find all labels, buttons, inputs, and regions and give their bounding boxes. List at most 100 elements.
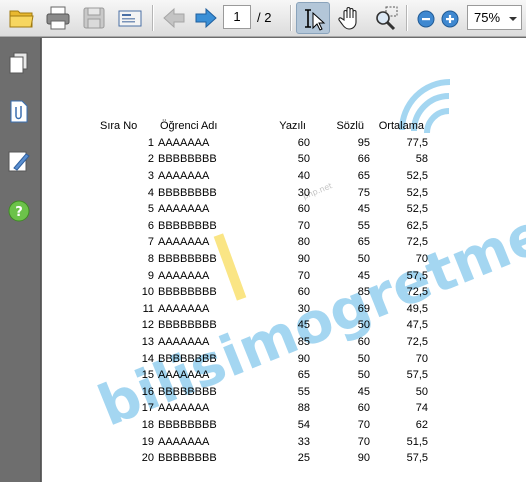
help-icon[interactable]: ? xyxy=(6,198,32,224)
table-cell: 49,5 xyxy=(406,302,428,315)
table-row: 1 AAAAAAA 60 95 77,5 xyxy=(100,135,428,152)
table-cell: 50 xyxy=(357,319,370,332)
save-icon[interactable] xyxy=(80,4,108,32)
table-cell: 70 xyxy=(415,352,428,365)
table-cell: 45 xyxy=(357,385,370,398)
print-icon[interactable] xyxy=(44,4,72,32)
table-cell: AAAAAAA xyxy=(158,369,210,382)
table-cell: 52,5 xyxy=(406,203,428,216)
table-cell: 95 xyxy=(357,136,370,149)
table-cell: 72,5 xyxy=(406,236,428,249)
table-row: 11 AAAAAAA 30 69 49,5 xyxy=(100,301,428,318)
table-cell: 13 xyxy=(141,336,154,349)
table-cell: BBBBBBBB xyxy=(158,352,217,365)
table-cell: 16 xyxy=(141,385,154,398)
toolbar-separator xyxy=(290,5,291,31)
table-cell: AAAAAAA xyxy=(158,302,210,315)
table-cell: 52,5 xyxy=(406,186,428,199)
table-cell: 30 xyxy=(297,186,310,199)
table-row: 2 BBBBBBBB 50 66 58 xyxy=(100,151,428,168)
table-row: 16 BBBBBBBB 55 45 50 xyxy=(100,384,428,401)
table-cell: 40 xyxy=(297,170,310,183)
document-viewport[interactable]: bilisimogretmeni.com php.net Sıra No Öğr… xyxy=(42,38,526,482)
table-cell: 45 xyxy=(297,319,310,332)
table-cell: 25 xyxy=(297,452,310,465)
column-header: Ortalama xyxy=(378,120,424,133)
table-cell: 70 xyxy=(357,418,370,431)
attachments-icon[interactable] xyxy=(6,98,32,124)
column-header: Yazılı xyxy=(279,120,306,133)
pages-icon[interactable] xyxy=(6,50,32,76)
table-row: 4 BBBBBBBB 30 75 52,5 xyxy=(100,184,428,201)
table-cell: BBBBBBBB xyxy=(158,153,217,166)
document-page: bilisimogretmeni.com php.net Sıra No Öğr… xyxy=(42,38,526,482)
zoom-select[interactable]: 75% xyxy=(467,5,522,30)
next-page-icon[interactable] xyxy=(192,4,220,32)
table-row: 14 BBBBBBBB 90 50 70 xyxy=(100,350,428,367)
table-cell: 65 xyxy=(357,236,370,249)
table-row: 13 AAAAAAA 85 60 72,5 xyxy=(100,334,428,351)
table-cell: 50 xyxy=(357,352,370,365)
hand-tool-icon[interactable] xyxy=(336,4,364,32)
table-header-row: Sıra No Öğrenci Adı Yazılı Sözlü Ortalam… xyxy=(100,118,428,135)
table-cell: 12 xyxy=(141,319,154,332)
table-cell: 18 xyxy=(141,418,154,431)
table-cell: 45 xyxy=(357,203,370,216)
pdf-viewer-window: 1 / 2 75% ? bilisimogretmeni.com php.net… xyxy=(0,0,526,482)
column-header: Sıra No xyxy=(100,120,138,133)
table-cell: 90 xyxy=(297,352,310,365)
table-cell: BBBBBBBB xyxy=(158,286,217,299)
page-number-input[interactable]: 1 xyxy=(223,5,251,29)
table-cell: BBBBBBBB xyxy=(158,418,217,431)
table-cell: 70 xyxy=(297,219,310,232)
previous-page-icon[interactable] xyxy=(160,4,188,32)
table-cell: 69 xyxy=(357,302,370,315)
table-cell: 2 xyxy=(147,153,154,166)
table-cell: 52,5 xyxy=(406,170,428,183)
table-cell: 47,5 xyxy=(406,319,428,332)
table-cell: 77,5 xyxy=(406,136,428,149)
zoom-in-icon[interactable] xyxy=(438,4,462,32)
toolbar-separator xyxy=(406,5,407,31)
svg-text:?: ? xyxy=(15,205,23,220)
table-cell: 58 xyxy=(415,153,428,166)
table-cell: AAAAAAA xyxy=(158,203,210,216)
table-cell: AAAAAAA xyxy=(158,170,210,183)
table-row: 19 AAAAAAA 33 70 51,5 xyxy=(100,433,428,450)
table-cell: 4 xyxy=(147,186,154,199)
table-cell: 1 xyxy=(147,136,154,149)
email-icon[interactable] xyxy=(116,4,144,32)
table-row: 17 AAAAAAA 88 60 74 xyxy=(100,400,428,417)
zoom-out-icon[interactable] xyxy=(414,4,438,32)
table-row: 15 AAAAAAA 65 50 57,5 xyxy=(100,367,428,384)
table-row: 10 BBBBBBBB 60 85 72,5 xyxy=(100,284,428,301)
table-cell: 30 xyxy=(297,302,310,315)
table-cell: 14 xyxy=(141,352,154,365)
open-folder-icon[interactable] xyxy=(8,4,36,32)
table-cell: 50 xyxy=(415,385,428,398)
table-cell: 17 xyxy=(141,402,154,415)
marquee-zoom-icon[interactable] xyxy=(372,4,400,32)
table-cell: 60 xyxy=(297,136,310,149)
table-row: 9 AAAAAAA 70 45 57,5 xyxy=(100,267,428,284)
table-cell: 50 xyxy=(357,369,370,382)
table-cell: 57,5 xyxy=(406,269,428,282)
table-cell: 60 xyxy=(297,286,310,299)
page-total-label: / 2 xyxy=(257,10,272,25)
table-cell: AAAAAAA xyxy=(158,236,210,249)
table-cell: 55 xyxy=(357,219,370,232)
table-cell: 60 xyxy=(357,402,370,415)
zoom-value: 75% xyxy=(474,10,501,25)
navigation-sidebar: ? xyxy=(0,38,41,482)
select-cursor-button[interactable] xyxy=(296,2,330,34)
table-cell: BBBBBBBB xyxy=(158,219,217,232)
table-row: 3 AAAAAAA 40 65 52,5 xyxy=(100,168,428,185)
table-cell: 85 xyxy=(357,286,370,299)
table-cell: 88 xyxy=(297,402,310,415)
table-cell: AAAAAAA xyxy=(158,269,210,282)
table-cell: 55 xyxy=(297,385,310,398)
table-cell: 70 xyxy=(297,269,310,282)
table-cell: BBBBBBBB xyxy=(158,186,217,199)
table-cell: 80 xyxy=(297,236,310,249)
signatures-icon[interactable] xyxy=(6,148,32,174)
